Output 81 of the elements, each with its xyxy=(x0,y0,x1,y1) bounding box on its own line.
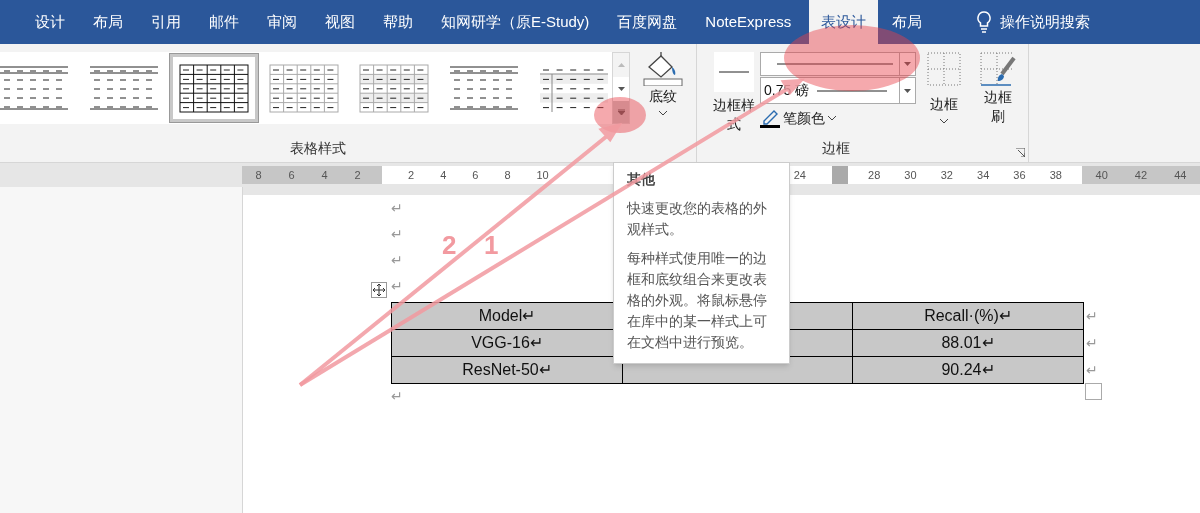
chevron-down-icon xyxy=(828,116,836,121)
paint-bucket-icon xyxy=(643,52,683,86)
move-icon xyxy=(373,284,385,296)
ribbon-tab[interactable]: 帮助 xyxy=(369,0,427,44)
paragraph-mark: ↵ xyxy=(391,277,403,296)
ruler-number: 38 xyxy=(1049,167,1062,183)
ruler-number: 2 xyxy=(354,167,361,183)
ruler-number: 10 xyxy=(536,167,549,183)
line-style-icon xyxy=(719,71,749,73)
ribbon-tab[interactable]: 审阅 xyxy=(253,0,311,44)
tooltip-text: 快速更改您的表格的外观样式。 xyxy=(627,199,768,239)
table-cell: ResNet-50↵ xyxy=(391,356,623,384)
ruler-number: 34 xyxy=(977,167,990,183)
annotation-label: 2 xyxy=(442,229,457,262)
ruler-number: 42 xyxy=(1134,167,1148,183)
caret-up-icon xyxy=(617,63,625,67)
highlight-ellipse xyxy=(594,97,646,133)
ribbon-tab[interactable]: 邮件 xyxy=(195,0,253,44)
ruler-number: 2 xyxy=(408,167,415,183)
ruler-number: 32 xyxy=(940,167,953,183)
table-cell: 88.01↵ xyxy=(852,329,1084,357)
expand-icon xyxy=(617,109,625,115)
ruler-number: 8 xyxy=(255,167,262,183)
ruler-number: 8 xyxy=(504,167,511,183)
ribbon-tab[interactable]: 视图 xyxy=(311,0,369,44)
table-cell: 90.24↵ xyxy=(852,356,1084,384)
row-end-mark: ↵ xyxy=(1086,308,1098,324)
caret-down-icon xyxy=(904,88,911,93)
group-label: 表格样式 xyxy=(290,139,346,158)
border-styles-button[interactable]: 边框样式 xyxy=(710,52,758,134)
chevron-down-icon xyxy=(659,111,667,116)
row-end-mark: ↵ xyxy=(1086,335,1098,351)
tooltip-text: 每种样式使用唯一的边框和底纹组合来更改表格的外观。将鼠标悬停在库中的某一样式上可在文档中进行预览。 xyxy=(627,249,768,352)
paragraph-mark: ↵ xyxy=(391,387,403,406)
border-grid-icon xyxy=(927,52,961,86)
borders-button[interactable]: 边框 xyxy=(924,52,964,124)
ribbon-tab[interactable]: 知网研学（原E-Study) xyxy=(427,0,604,44)
ribbon-tab[interactable]: NoteExpress xyxy=(691,0,806,44)
chevron-down-icon xyxy=(940,119,948,124)
caret-down-icon xyxy=(904,62,911,66)
line-style-dropdown[interactable] xyxy=(760,52,916,76)
ruler-number: 6 xyxy=(472,167,479,183)
ruler-number: 30 xyxy=(904,167,917,183)
line-sample-icon xyxy=(817,88,888,93)
annotation-label: 1 xyxy=(484,229,499,262)
ruler-number: 24 xyxy=(793,167,806,183)
line-weight-dropdown[interactable]: 0.75 磅 xyxy=(760,77,916,104)
ruler-number: 36 xyxy=(1013,167,1026,183)
tell-me-search[interactable]: 操作说明搜索 xyxy=(1000,10,1091,34)
paragraph-mark: ↵ xyxy=(391,225,403,244)
caret-down-icon xyxy=(617,87,625,91)
ribbon-tab[interactable]: 表设计 xyxy=(809,0,879,44)
ribbon-tab[interactable]: 布局 xyxy=(79,0,137,44)
ribbon-tab[interactable]: 布局 xyxy=(878,0,937,44)
border-painter-icon xyxy=(980,52,1016,88)
ruler-number: 40 xyxy=(1095,167,1108,183)
paragraph-mark: ↵ xyxy=(391,251,403,270)
ruler-number: 6 xyxy=(288,167,295,183)
ruler-marker[interactable] xyxy=(832,166,848,184)
ribbon-tab[interactable]: 设计 xyxy=(21,0,79,44)
group-label: 边框 xyxy=(822,139,850,158)
dialog-launcher-icon[interactable] xyxy=(1016,148,1025,157)
ribbon-tab[interactable]: 引用 xyxy=(137,0,195,44)
ruler-number: 4 xyxy=(321,167,328,183)
table-style-thumbnail[interactable] xyxy=(170,54,258,122)
table-resize-handle[interactable] xyxy=(1085,383,1102,400)
ruler-number: 28 xyxy=(868,167,881,183)
ribbon-tab[interactable]: 百度网盘 xyxy=(603,0,692,44)
row-end-mark: ↵ xyxy=(1086,362,1098,378)
lightbulb-icon xyxy=(976,11,993,33)
pen-color-button[interactable]: 笔颜色 xyxy=(760,108,916,129)
tooltip-title: 其他 xyxy=(627,170,656,189)
pen-icon xyxy=(760,109,780,128)
ruler-number: 44 xyxy=(1174,167,1187,183)
table-cell: Recall·(%)↵ xyxy=(852,302,1084,330)
border-painter-button[interactable]: 边框刷 xyxy=(978,52,1018,126)
ruler-number: 4 xyxy=(440,167,447,183)
shading-button[interactable]: 底纹 xyxy=(640,52,686,116)
table-move-handle[interactable] xyxy=(371,282,387,298)
scroll-down-button[interactable] xyxy=(613,77,629,101)
paragraph-mark: ↵ xyxy=(391,199,403,218)
